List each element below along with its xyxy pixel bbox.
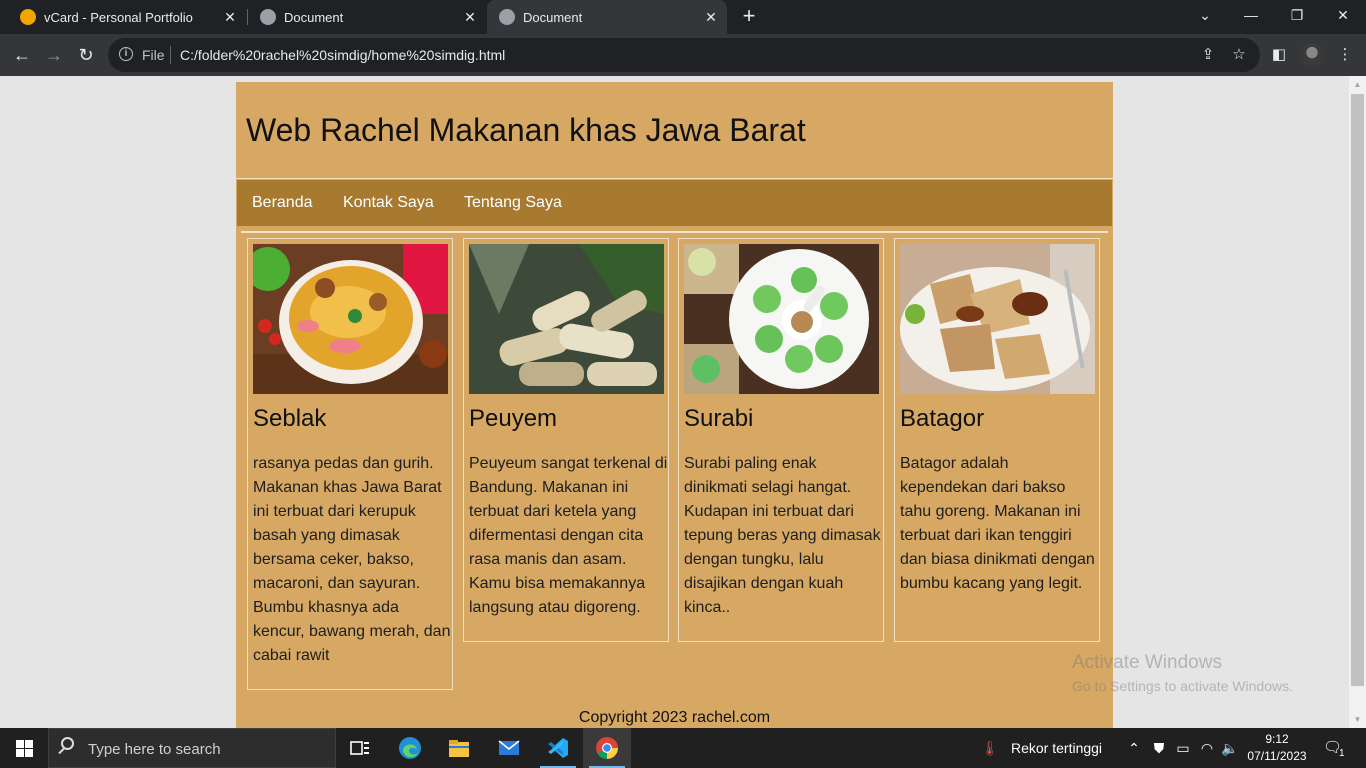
minimize-icon[interactable]: —	[1228, 0, 1274, 30]
scroll-thumb[interactable]	[1351, 94, 1364, 686]
share-icon[interactable]: ⇪	[1199, 46, 1217, 64]
page-title: Web Rachel Makanan khas Jawa Barat	[246, 112, 806, 148]
vcard-favicon-icon	[20, 9, 36, 25]
activate-windows-watermark: Activate Windows Go to Settings to activ…	[1072, 652, 1293, 694]
card-text: Batagor adalah kependekan dari bakso tah…	[900, 455, 1095, 592]
side-panel-icon[interactable]: ◧	[1270, 46, 1288, 64]
watermark-title: Activate Windows	[1072, 652, 1222, 673]
card-text: Surabi paling enak dinikmati selagi hang…	[684, 455, 881, 616]
back-arrow-icon[interactable]: ←	[10, 43, 34, 67]
card-title: Seblak	[253, 405, 327, 432]
card-text: rasanya pedas dan gurih. Makanan khas Ja…	[253, 455, 451, 664]
edge-icon[interactable]	[386, 728, 434, 768]
nav-link-kontak[interactable]: Kontak Saya	[343, 194, 434, 212]
mail-icon[interactable]	[485, 728, 533, 768]
page-nav: Beranda Kontak Saya Tentang Saya	[237, 180, 1112, 226]
batagor-image	[900, 244, 1095, 394]
wifi-icon[interactable]: ◠	[1198, 739, 1216, 757]
nav-link-beranda[interactable]: Beranda	[252, 194, 313, 212]
browser-toolbar: ← → ↻ i File C:/folder%20rachel%20simdig…	[0, 34, 1366, 76]
new-tab-plus-icon[interactable]: +	[738, 5, 760, 27]
tab-title: Document	[284, 9, 344, 25]
tab-title: Document	[523, 9, 583, 25]
clock-date: 07/11/2023	[1247, 749, 1307, 763]
chevron-up-icon[interactable]: ⌃	[1125, 739, 1143, 757]
tab-title: vCard - Personal Portfolio	[44, 9, 193, 25]
tab-document-1[interactable]: Document ✕	[240, 0, 486, 34]
windows-taskbar: Type here to search 🌡 Rekor tertinggi ⌃ …	[0, 728, 1366, 768]
card-title: Peuyem	[469, 405, 558, 432]
globe-icon	[260, 9, 276, 25]
battery-icon[interactable]: ▭	[1174, 739, 1192, 757]
food-card-surabi: Surabi Surabi paling enak dinikmati sela…	[678, 238, 884, 642]
profile-avatar[interactable]	[1300, 43, 1324, 67]
forward-arrow-icon[interactable]: →	[42, 43, 66, 67]
close-window-icon[interactable]: ✕	[1320, 0, 1366, 30]
restore-icon[interactable]: ❐	[1274, 0, 1320, 30]
taskbar-search-input[interactable]: Type here to search	[48, 728, 336, 768]
food-card-seblak: Seblak rasanya pedas dan gurih. Makanan …	[247, 238, 453, 690]
chrome-icon[interactable]	[583, 728, 631, 768]
address-bar[interactable]: i File C:/folder%20rachel%20simdig/home%…	[108, 38, 1260, 72]
tab-close-icon[interactable]: ✕	[703, 9, 719, 25]
page-container: Web Rachel Makanan khas Jawa Barat Beran…	[236, 82, 1113, 728]
weather-text[interactable]: Rekor tertinggi	[1011, 740, 1102, 756]
bookmark-star-icon[interactable]: ☆	[1230, 46, 1248, 64]
page-header: Web Rachel Makanan khas Jawa Barat	[236, 82, 1113, 179]
tab-vcard[interactable]: vCard - Personal Portfolio ✕	[0, 0, 246, 34]
volume-icon[interactable]: 🔈	[1221, 739, 1239, 757]
search-placeholder: Type here to search	[88, 741, 221, 758]
watermark-subtitle: Go to Settings to activate Windows.	[1072, 678, 1293, 694]
vertical-scrollbar[interactable]: ▲ ▼	[1349, 76, 1366, 728]
surabi-image	[684, 244, 879, 394]
notification-count-badge: 1	[1339, 748, 1345, 759]
peuyem-image	[469, 244, 664, 394]
file-explorer-icon[interactable]	[435, 728, 483, 768]
seblak-image	[253, 244, 448, 394]
clock-time: 9:12	[1265, 732, 1289, 746]
page-footer: Copyright 2023 rachel.com	[578, 709, 771, 726]
menu-kebab-icon[interactable]: ⋮	[1336, 46, 1354, 64]
task-view-icon[interactable]	[336, 728, 384, 768]
tab-document-active[interactable]: Document ✕	[487, 0, 727, 34]
system-clock[interactable]: 9:12 07/11/2023	[1240, 731, 1314, 765]
vscode-icon[interactable]	[534, 728, 582, 768]
card-text: Peuyeum sangat terkenal di Bandung. Maka…	[469, 455, 668, 616]
card-title: Batagor	[900, 405, 985, 432]
network-device-icon[interactable]: ⛊	[1150, 739, 1168, 757]
scroll-up-arrow-icon[interactable]: ▲	[1349, 76, 1366, 93]
search-icon	[61, 737, 74, 750]
windows-start-icon[interactable]	[0, 728, 48, 768]
tab-close-icon[interactable]: ✕	[222, 9, 238, 25]
tab-search-chevron-icon[interactable]: ⌄	[1182, 0, 1228, 30]
thermometer-icon[interactable]: 🌡	[981, 739, 999, 757]
tab-close-icon[interactable]: ✕	[462, 9, 478, 25]
food-card-batagor: Batagor Batagor adalah kependekan dari b…	[894, 238, 1100, 642]
info-icon[interactable]: i	[119, 47, 133, 61]
browser-tab-bar: vCard - Personal Portfolio ✕ Document ✕ …	[0, 0, 1366, 34]
card-title: Surabi	[684, 405, 754, 432]
globe-icon	[499, 9, 515, 25]
scroll-down-arrow-icon[interactable]: ▼	[1349, 711, 1366, 728]
divider	[241, 231, 1108, 233]
address-separator	[170, 46, 171, 64]
file-scheme-label: File	[142, 47, 165, 63]
url-text[interactable]: C:/folder%20rachel%20simdig/home%20simdi…	[180, 47, 505, 63]
food-card-peuyem: Peuyem Peuyeum sangat terkenal di Bandun…	[463, 238, 669, 642]
page-viewport: Web Rachel Makanan khas Jawa Barat Beran…	[0, 76, 1349, 728]
reload-icon[interactable]: ↻	[74, 43, 98, 67]
nav-link-tentang[interactable]: Tentang Saya	[464, 194, 562, 212]
